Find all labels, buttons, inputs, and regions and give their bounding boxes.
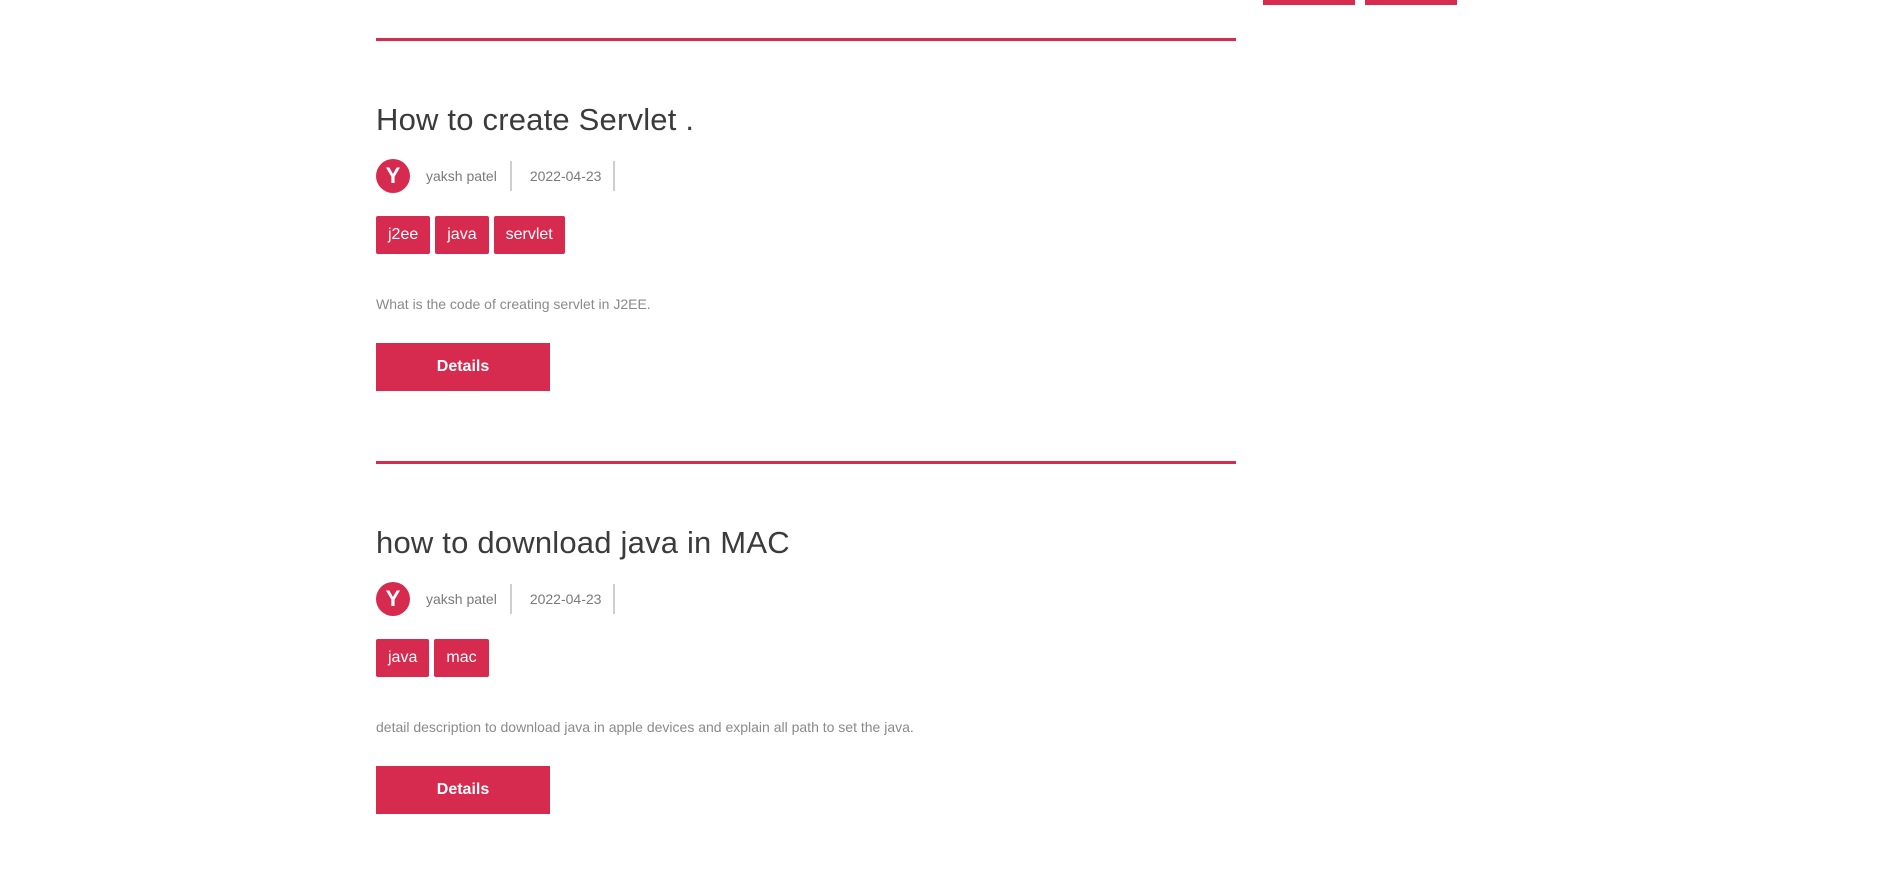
post-list: How to create Servlet . Y yaksh patel 20… xyxy=(376,38,1236,869)
post-date: 2022-04-23 xyxy=(512,161,616,191)
post-meta: Y yaksh patel 2022-04-23 xyxy=(376,158,616,194)
post-author: yaksh patel xyxy=(426,584,512,614)
top-tab-1[interactable] xyxy=(1263,0,1355,5)
post-date: 2022-04-23 xyxy=(512,584,616,614)
post-card: How to create Servlet . Y yaksh patel 20… xyxy=(376,41,1236,461)
author-avatar: Y xyxy=(376,582,410,616)
post-meta: Y yaksh patel 2022-04-23 xyxy=(376,581,616,617)
top-tab-bar xyxy=(1263,0,1457,5)
details-button[interactable]: Details xyxy=(376,766,550,814)
post-title[interactable]: How to create Servlet . xyxy=(376,102,694,138)
post-tags: j2ee java servlet xyxy=(376,216,565,254)
tag-java[interactable]: java xyxy=(435,216,489,254)
post-description: detail description to download java in a… xyxy=(376,719,914,735)
page: How to create Servlet . Y yaksh patel 20… xyxy=(0,0,1894,869)
post-card: how to download java in MAC Y yaksh pate… xyxy=(376,464,1236,869)
top-tab-2[interactable] xyxy=(1365,0,1457,5)
details-button[interactable]: Details xyxy=(376,343,550,391)
post-title[interactable]: how to download java in MAC xyxy=(376,525,790,561)
author-avatar: Y xyxy=(376,159,410,193)
post-author: yaksh patel xyxy=(426,161,512,191)
tag-java[interactable]: java xyxy=(376,639,430,677)
tag-j2ee[interactable]: j2ee xyxy=(376,216,431,254)
post-tags: java mac xyxy=(376,639,489,677)
tag-mac[interactable]: mac xyxy=(434,639,489,677)
tag-servlet[interactable]: servlet xyxy=(493,216,565,254)
post-description: What is the code of creating servlet in … xyxy=(376,296,651,312)
